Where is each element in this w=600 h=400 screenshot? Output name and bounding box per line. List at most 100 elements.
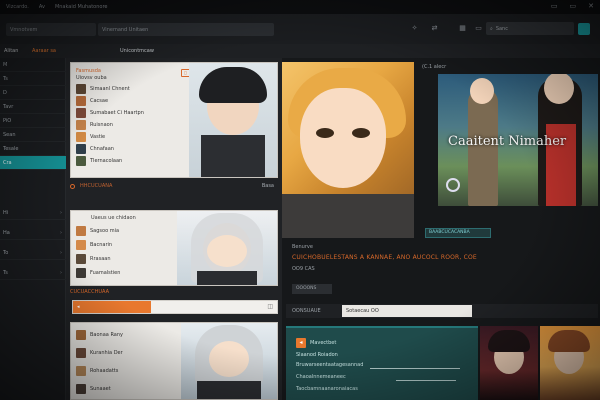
info-panel: ◂ Mavectbet Slaanod Roiadon Bruwarseenta… [286, 326, 478, 400]
list-item[interactable]: Bacnarin [76, 239, 112, 250]
info-row: Taocbamnaanaronaiacas [296, 386, 358, 392]
section-label: CUCUACCHUAA [70, 289, 110, 295]
character-image [189, 63, 277, 177]
sidebar-item[interactable]: Tavr [0, 100, 66, 114]
character-image [177, 211, 277, 285]
sidebar-item[interactable]: Ts [0, 72, 66, 86]
character-thumbnail[interactable] [540, 326, 600, 400]
thumbnail [76, 107, 86, 118]
card-title: Fasmusda [76, 68, 101, 74]
minimize-icon[interactable]: ▭ [551, 2, 558, 10]
close-icon[interactable]: ✕ [588, 2, 594, 10]
arrow-icon[interactable]: ⇄ [430, 24, 439, 33]
list-item-label: Rohaadatts [90, 367, 119, 374]
maximize-icon[interactable]: ▭ [570, 2, 577, 10]
thumbnail [76, 143, 86, 154]
sidebar-item[interactable]: To › [0, 246, 66, 260]
list-item-label: Baonaa Rany [90, 331, 123, 338]
sidebar-item-label: Tesale [3, 146, 19, 152]
sidebar-item[interactable]: D [0, 86, 66, 100]
info-row: Bruwarseentaatagesannad [296, 362, 364, 368]
sidebar-item[interactable]: Sean [0, 128, 66, 142]
result-card[interactable]: Fasmusda Uiovsv ouba ◻ Simaanl Chnent Ca… [70, 62, 278, 178]
chevron-right-icon: › [60, 210, 62, 216]
list-item[interactable]: Rrasaan [76, 253, 111, 264]
results-column: Fasmusda Uiovsv ouba ◻ Simaanl Chnent Ca… [66, 58, 282, 400]
list-item[interactable]: Sagsoo mia [76, 225, 119, 236]
search-input[interactable]: ⌕ Sanc [486, 22, 574, 35]
list-item[interactable]: Baonaa Rany [76, 329, 123, 340]
list-item[interactable]: Chnafaan [76, 143, 114, 154]
list-item-label: Sagsoo mia [90, 227, 120, 234]
thumbnail [76, 239, 86, 250]
bookmark-icon[interactable]: ◂ [296, 338, 306, 348]
list-item[interactable]: Sumabaet Ci Haartpn [76, 107, 144, 118]
sidebar-item[interactable]: M [0, 58, 66, 72]
query-field[interactable]: Vinemand Unitaen [98, 23, 274, 36]
primary-button[interactable]: ◂ [73, 301, 151, 313]
list-item[interactable]: Sunaaet [76, 383, 111, 394]
character-thumbnail[interactable] [480, 326, 538, 400]
search-row: OONSUAUE Sotaecau OO [286, 304, 598, 318]
list-item[interactable]: Tlernacolaan [76, 155, 122, 166]
list-item[interactable]: Simaanl Chnent [76, 83, 130, 94]
status-badge-label: BAABCUCACANBA [429, 230, 470, 235]
hero-image: Caaitent Nimaher [438, 74, 598, 206]
card-title: Uaeus ue chidaon [91, 215, 136, 221]
card-subtitle: Uiovsv ouba [76, 75, 107, 81]
thumbnail [76, 329, 86, 340]
chevron-right-icon: › [60, 250, 62, 256]
list-item[interactable]: Cacsae [76, 95, 108, 106]
result-card[interactable]: Baonaa Rany Kuranhia Der Rohaadatts Suna… [70, 322, 278, 400]
status-badge[interactable]: BAABCUCACANBA [425, 228, 491, 238]
character-image [181, 323, 277, 399]
list-item-label: Chnafaan [90, 145, 114, 152]
list-item[interactable]: Fuamalstien [76, 267, 120, 278]
search-label: OONSUAUE [292, 308, 321, 314]
search-input[interactable]: Sotaecau OO [342, 305, 472, 317]
query-text: Vinemand Unitaen [102, 26, 149, 33]
thumbnail [76, 253, 86, 264]
detail-panel: (C.1 alecr Caaitent Nimaher BAABCUCACANB… [282, 58, 600, 400]
thumbnail [76, 95, 86, 106]
list-item[interactable]: Vastie [76, 131, 105, 142]
list-item[interactable]: Kuranhia Der [76, 347, 123, 358]
tab-unicontmcaw[interactable]: Unicontmcaw [120, 48, 154, 54]
tab-alitan[interactable]: Alitan [4, 48, 18, 54]
accent-button[interactable] [578, 23, 590, 35]
address-text: Vmnotvem [10, 26, 38, 33]
result-card[interactable]: Uaeus ue chidaon Sagsoo mia Bacnarin Rra… [70, 210, 278, 286]
grid-icon[interactable]: ▦ [458, 24, 467, 33]
sidebar-item[interactable]: PiO [0, 114, 66, 128]
star-icon[interactable]: ✧ [410, 24, 419, 33]
list-item-label: Simaanl Chnent [90, 85, 130, 92]
list-item-label: Bacnarin [90, 241, 113, 248]
tab-aaraar[interactable]: Aaraar sa [32, 48, 56, 54]
window-controls: ▭ ▭ ✕ [551, 2, 594, 10]
list-item-label: Tlernacolaan [90, 157, 123, 164]
sidebar-item[interactable]: Tesale [0, 142, 66, 156]
title-item[interactable]: Av [39, 4, 45, 10]
hero-caption: Caaitent Nimaher [448, 134, 567, 149]
sidebar-item-active[interactable]: Cra [0, 156, 66, 170]
sidebar-item-label: Ts [3, 76, 8, 82]
secondary-button[interactable]: OOOONS [292, 284, 332, 294]
list-item[interactable]: Rohaadatts [76, 365, 118, 376]
thumbnail [76, 267, 86, 278]
thumbnail [76, 365, 86, 376]
thumbnail [76, 383, 86, 394]
title-item[interactable]: Vizcardo. [6, 4, 29, 10]
section-action[interactable]: Basa [262, 183, 274, 189]
title-item[interactable]: Mnakaid Muhatonore [55, 4, 108, 10]
address-field[interactable]: Vmnotvem [6, 23, 96, 36]
play-icon[interactable] [446, 178, 460, 192]
search-value: Sotaecau OO [346, 308, 379, 314]
search-icon: ⌕ [490, 25, 493, 32]
sidebar-item[interactable]: Ts › [0, 266, 66, 280]
list-item[interactable]: Ruisnaon [76, 119, 113, 130]
sidebar-item[interactable]: Ha › [0, 226, 66, 240]
plus-icon: ◂ [77, 304, 80, 310]
window-icon[interactable]: ▭ [474, 24, 483, 33]
window-icon[interactable]: ◫ [267, 303, 273, 310]
sidebar-item[interactable]: Hi › [0, 206, 66, 220]
